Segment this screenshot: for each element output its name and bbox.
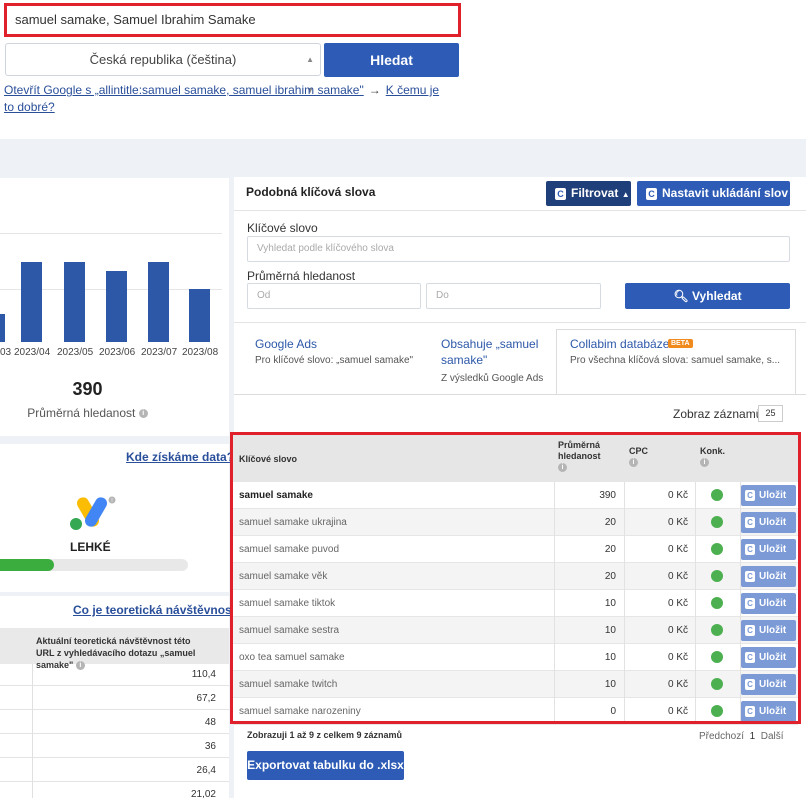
- chart-x-tick: 2023/04: [14, 347, 51, 358]
- filter-search-button[interactable]: 🔍︎ Vyhledat: [625, 283, 790, 309]
- results-highlight: [230, 432, 801, 724]
- traffic-value: 36: [204, 741, 216, 752]
- traffic-row: 48: [0, 712, 229, 734]
- country-select-value: Česká republika (čeština): [89, 52, 237, 67]
- tab-collabim-sub: Pro všechna klíčová slova: samuel samake…: [570, 355, 780, 366]
- chart-bar[interactable]: [106, 270, 127, 342]
- chart-x-tick: 03: [0, 347, 12, 358]
- google-ads-logo: !: [70, 496, 116, 530]
- filter-button-label: Filtrovat: [571, 186, 619, 200]
- traffic-value: 48: [204, 717, 216, 728]
- volume-from-input[interactable]: Od: [247, 283, 421, 309]
- save-settings-button[interactable]: C Nastavit ukládání slov ▼: [637, 181, 790, 224]
- chart-bar[interactable]: [189, 288, 210, 342]
- chart-x-tick: 2023/05: [57, 347, 94, 358]
- records-per-page-label: Zobraz záznamů: [673, 407, 763, 421]
- caret-up-icon: ▲: [621, 190, 630, 199]
- tab-google-ads[interactable]: Google Ads: [255, 336, 317, 352]
- data-source-link[interactable]: Kde získáme data?: [126, 450, 234, 464]
- prev-page-button[interactable]: Předchozí: [699, 731, 744, 742]
- info-icon[interactable]: i: [138, 409, 148, 419]
- country-select[interactable]: Česká republika (čeština) ▲ ▼: [5, 43, 321, 95]
- traffic-value: 110,4: [191, 669, 216, 680]
- traffic-row: 26,4: [0, 760, 229, 782]
- tab-collabim-title: Collabim databáze: [570, 337, 670, 351]
- chart-x-tick: 2023/08: [182, 347, 219, 358]
- chart-bar[interactable]: [64, 262, 85, 342]
- save-settings-label: Nastavit ukládání slov: [662, 186, 789, 200]
- svg-text:!: !: [111, 498, 113, 504]
- average-volume-value: 390: [72, 379, 103, 399]
- keyword-search-input[interactable]: samuel samake, Samuel Ibrahim Samake: [4, 3, 461, 37]
- beta-badge: BETA: [668, 339, 693, 348]
- divider: [32, 664, 33, 798]
- traffic-row: 67,2: [0, 688, 229, 710]
- chart-x-tick: 2023/07: [141, 347, 178, 358]
- chart-gridline: [0, 233, 222, 234]
- caret-down-icon: ▼: [646, 215, 654, 224]
- traffic-row: 21,02: [0, 784, 229, 798]
- search-icon: 🔍︎: [673, 289, 689, 303]
- keyword-filter-input[interactable]: Vyhledat podle klíčového slova: [247, 236, 790, 262]
- collabim-icon: C: [555, 187, 566, 200]
- traffic-value: 67,2: [196, 693, 216, 704]
- average-volume-label: Průměrná hledanost i: [0, 406, 175, 420]
- divider: [234, 322, 806, 323]
- records-per-page-select[interactable]: 25: [758, 405, 783, 422]
- traffic-row: 36: [0, 736, 229, 758]
- average-volume-label-text: Průměrná hledanost: [27, 406, 136, 420]
- traffic-value: 26,4: [196, 765, 216, 776]
- tab-contains[interactable]: Obsahuje „samuel samake": [441, 336, 551, 368]
- google-links: Otevřít Google s „allintitle:samuel sama…: [4, 82, 444, 116]
- divider: [234, 394, 806, 395]
- open-google-link[interactable]: Otevřít Google s „allintitle:samuel sama…: [4, 83, 364, 97]
- divider: [234, 210, 806, 211]
- arrow-right-icon: →: [368, 83, 381, 97]
- traffic-row: 110,4: [0, 664, 229, 686]
- tab-google-ads-sub: Pro klíčové slovo: „samuel samake": [255, 355, 414, 366]
- tab-contains-sub: Z výsledků Google Ads: [441, 373, 544, 384]
- search-button[interactable]: Hledat: [324, 43, 459, 77]
- next-page-button[interactable]: Další: [761, 731, 784, 742]
- traffic-info-link[interactable]: Co je teoretická návštěvnost?: [73, 603, 243, 617]
- panel-title: Podobná klíčová slova: [246, 185, 376, 199]
- records-summary: Zobrazuji 1 až 9 z celkem 9 záznamů: [247, 730, 403, 740]
- chart-bar[interactable]: [21, 262, 42, 342]
- page-number[interactable]: 1: [750, 731, 756, 742]
- volume-to-input[interactable]: Do: [426, 283, 601, 309]
- filter-button[interactable]: C Filtrovat ▲: [546, 181, 631, 206]
- pagination: Předchozí 1 Další: [699, 731, 784, 742]
- collabim-icon: C: [646, 187, 657, 200]
- traffic-value: 21,02: [190, 789, 216, 798]
- difficulty-value: LEHKÉ: [70, 540, 111, 554]
- export-xlsx-button[interactable]: Exportovat tabulku do .xlsx: [247, 751, 404, 780]
- chart-bar[interactable]: [0, 314, 5, 342]
- chart-bar[interactable]: [148, 262, 169, 342]
- chart-x-tick: 2023/06: [99, 347, 136, 358]
- volume-filter-label: Průměrná hledanost: [247, 269, 356, 283]
- difficulty-bar-fill: [0, 559, 54, 571]
- filter-search-label: Vyhledat: [692, 289, 742, 303]
- keyword-filter-label: Klíčové slovo: [247, 221, 318, 235]
